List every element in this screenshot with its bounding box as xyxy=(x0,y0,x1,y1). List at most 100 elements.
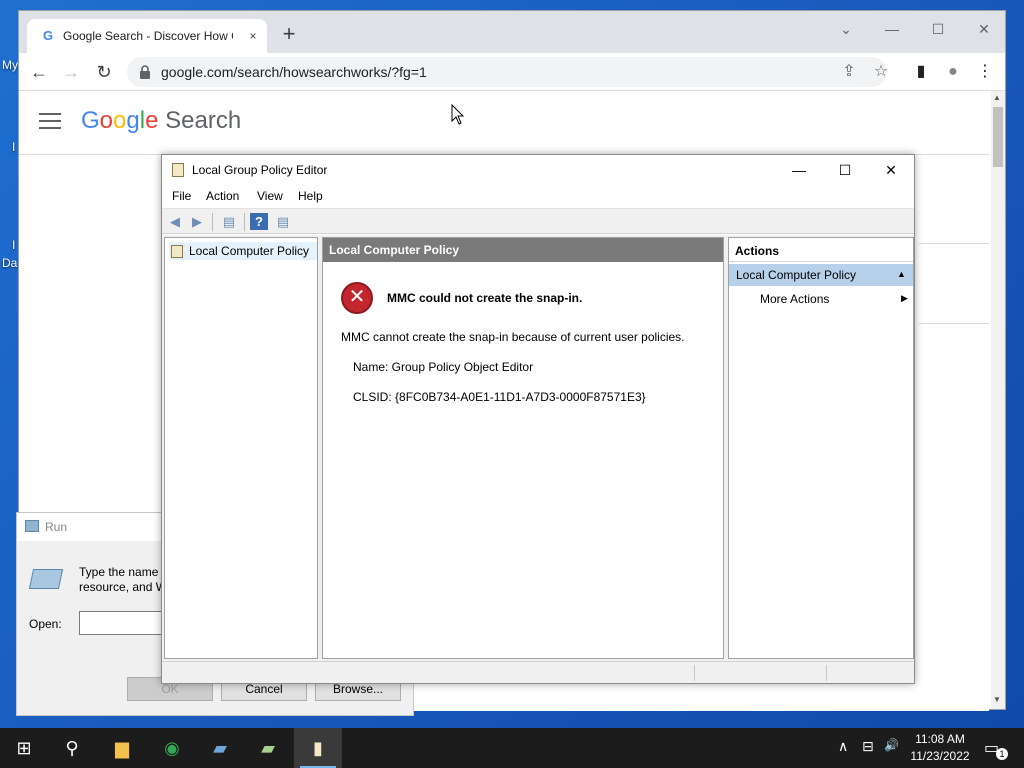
result-pane-title: Local Computer Policy xyxy=(329,243,460,257)
profile-icon[interactable]: ● xyxy=(941,60,965,84)
status-segment xyxy=(694,665,826,681)
scroll-up-icon[interactable]: ▲ xyxy=(993,93,1001,102)
error-message: MMC cannot create the snap-in because of… xyxy=(341,330,685,344)
error-title: MMC could not create the snap-in. xyxy=(387,291,583,305)
back-button[interactable]: ← xyxy=(27,60,51,84)
taskbar-server-manager-icon[interactable]: ▰ xyxy=(196,728,244,768)
result-pane: Local Computer Policy ✕ MMC could not cr… xyxy=(322,237,724,659)
menu-help[interactable]: Help xyxy=(298,189,323,203)
mouse-cursor-icon xyxy=(451,104,465,125)
actions-title: Actions xyxy=(735,244,780,258)
bookmark-star-icon[interactable]: ☆ xyxy=(869,60,893,84)
logo-letter: o xyxy=(99,107,114,134)
show-hide-action-pane-icon[interactable]: ▤ xyxy=(274,213,292,230)
scrollbar-thumb[interactable] xyxy=(993,107,1003,167)
tray-chevron-icon[interactable]: ∧ xyxy=(838,738,848,755)
actions-pane: Actions Local Computer Policy ▲ More Act… xyxy=(728,237,914,659)
chrome-close-button[interactable]: ✕ xyxy=(970,17,998,41)
policy-node-icon xyxy=(171,245,183,258)
taskbar-chrome-icon[interactable]: ◉ xyxy=(148,728,196,768)
mmc-menubar: File Action View Help xyxy=(162,185,914,207)
start-button[interactable]: ⊞ xyxy=(0,728,48,768)
back-arrow-icon[interactable]: ◀ xyxy=(166,213,184,230)
taskbar-policy-editor-icon[interactable]: ▮ xyxy=(294,728,342,768)
result-pane-header: Local Computer Policy xyxy=(323,238,723,262)
chrome-maximize-button[interactable]: ☐ xyxy=(924,17,952,41)
taskbar-notes-icon[interactable]: ▰ xyxy=(244,728,292,768)
forward-button[interactable]: → xyxy=(59,60,83,84)
collapse-arrow-icon[interactable]: ▲ xyxy=(897,269,906,279)
actions-section-local-computer-policy[interactable]: Local Computer Policy ▲ xyxy=(729,264,913,286)
actions-header: Actions xyxy=(729,238,913,262)
chrome-minimize-button[interactable]: — xyxy=(878,17,906,41)
help-icon[interactable]: ? xyxy=(250,213,268,230)
chrome-tab-strip: G Google Search - Discover How G × + ⌄ —… xyxy=(19,11,1005,53)
forward-arrow-icon[interactable]: ▶ xyxy=(188,213,206,230)
notification-count-badge: 1 xyxy=(996,748,1008,760)
error-icon: ✕ xyxy=(341,282,373,314)
mmc-close-button[interactable]: ✕ xyxy=(868,155,914,185)
tree-item-label: Local Computer Policy xyxy=(189,244,310,258)
logo-letter: g xyxy=(126,107,140,134)
page-scrollbar[interactable]: ▲ ▼ xyxy=(991,91,1005,709)
chrome-menu-icon[interactable]: ⋮ xyxy=(973,60,997,84)
address-bar[interactable]: google.com/search/howsearchworks/?fg=1 xyxy=(127,57,887,87)
run-icon xyxy=(25,520,39,532)
desktop-label-my: My xyxy=(2,58,18,72)
logo-suffix: Search xyxy=(165,107,242,134)
search-button[interactable]: ⚲ xyxy=(48,728,96,768)
clock-date[interactable]: 11/23/2022 xyxy=(905,749,975,763)
snapin-clsid: CLSID: {8FC0B734-A0E1-11D1-A7D3-0000F875… xyxy=(353,390,646,404)
desktop-label-fragment: I xyxy=(12,140,16,154)
run-title: Run xyxy=(45,520,68,534)
share-icon[interactable]: ⇪ xyxy=(837,60,861,84)
mmc-status-bar xyxy=(162,661,914,683)
google-search-logo[interactable]: Google Search xyxy=(81,107,241,135)
logo-letter: e xyxy=(145,107,159,134)
reload-button[interactable]: ↻ xyxy=(92,60,116,84)
lock-icon xyxy=(140,65,150,79)
menu-file[interactable]: File xyxy=(172,189,191,203)
hamburger-menu-icon[interactable] xyxy=(39,113,61,129)
google-favicon-icon: G xyxy=(42,28,54,43)
chrome-toolbar: ← → ↻ google.com/search/howsearchworks/?… xyxy=(19,53,1005,91)
side-panel-icon[interactable]: ▮ xyxy=(909,60,933,84)
show-hide-tree-icon[interactable]: ▤ xyxy=(220,213,238,230)
actions-section-label: Local Computer Policy xyxy=(736,268,857,282)
network-icon[interactable]: ⊟ xyxy=(862,738,874,755)
browser-tab[interactable]: G Google Search - Discover How G × xyxy=(27,19,267,53)
console-tree: Local Computer Policy xyxy=(164,237,318,659)
more-actions-item[interactable]: More Actions xyxy=(760,292,829,306)
page-divider-2 xyxy=(919,323,989,324)
taskbar-file-explorer-icon[interactable]: ▆ xyxy=(98,728,146,768)
menu-view[interactable]: View xyxy=(257,189,283,203)
url-text: google.com/search/howsearchworks/?fg=1 xyxy=(161,64,427,80)
mmc-maximize-button[interactable]: ☐ xyxy=(822,155,868,185)
tab-search-button[interactable]: ⌄ xyxy=(832,17,860,41)
desktop-label-fragment-2: I xyxy=(12,238,16,252)
desktop-label-da: Da xyxy=(2,256,18,270)
menu-action[interactable]: Action xyxy=(206,189,239,203)
group-policy-editor-window: Local Group Policy Editor — ☐ ✕ File Act… xyxy=(161,154,915,684)
open-label: Open: xyxy=(29,617,62,631)
logo-letter: o xyxy=(113,107,127,134)
tree-item-local-computer-policy[interactable]: Local Computer Policy xyxy=(169,242,317,260)
toolbar-separator-2 xyxy=(244,213,245,231)
mmc-body: Local Computer Policy Local Computer Pol… xyxy=(162,235,914,661)
mmc-titlebar[interactable]: Local Group Policy Editor — ☐ ✕ xyxy=(162,155,914,185)
mmc-toolbar: ◀ ▶ ▤ ? ▤ xyxy=(162,208,914,234)
tab-close-icon[interactable]: × xyxy=(245,28,261,44)
submenu-arrow-icon: ▶ xyxy=(901,293,908,303)
new-tab-button[interactable]: + xyxy=(279,23,299,45)
mmc-minimize-button[interactable]: — xyxy=(776,155,822,185)
toolbar-separator xyxy=(212,213,213,231)
tab-title: Google Search - Discover How G xyxy=(63,29,233,43)
status-segment-2 xyxy=(826,665,914,681)
mmc-title: Local Group Policy Editor xyxy=(192,163,328,177)
logo-letter: G xyxy=(81,107,100,134)
scroll-down-icon[interactable]: ▼ xyxy=(993,695,1001,704)
volume-icon[interactable]: 🔊 xyxy=(884,738,899,752)
page-divider xyxy=(919,243,989,244)
clock-time[interactable]: 11:08 AM xyxy=(910,732,970,746)
taskbar: ⊞ ⚲ ▆ ◉ ▰ ▰ ▮ ∧ ⊟ 🔊 11:08 AM 11/23/2022 … xyxy=(0,728,1024,768)
